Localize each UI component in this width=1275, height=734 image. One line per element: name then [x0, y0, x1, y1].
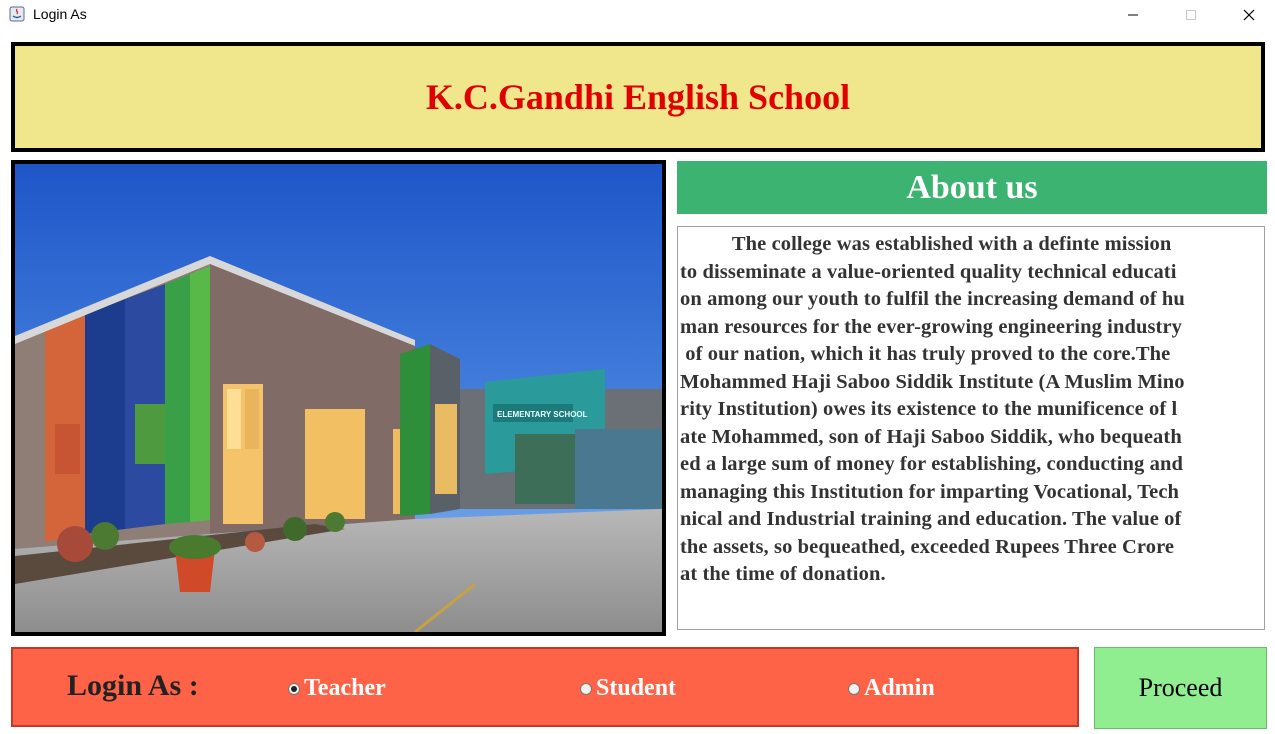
minimize-icon: [1128, 14, 1138, 16]
window-titlebar: Login As: [0, 0, 1275, 30]
about-text-line: managing this Institution for imparting …: [680, 480, 1180, 503]
close-button[interactable]: [1220, 0, 1275, 30]
maximize-icon: [1186, 10, 1196, 20]
school-name: K.C.Gandhi English School: [425, 77, 851, 117]
about-us-title: About us: [906, 168, 1038, 206]
about-text-line: of our nation, which it has truly proved…: [680, 343, 1171, 365]
radio-button-checked-icon[interactable]: [288, 682, 300, 695]
school-header-banner: K.C.Gandhi English School: [11, 42, 1265, 152]
radio-admin[interactable]: Admin: [848, 675, 935, 702]
login-as-label: Login As :: [67, 669, 199, 702]
school-building-photo: ELEMENTARY SCHOOL: [11, 160, 666, 636]
building-sign: ELEMENTARY SCHOOL: [497, 410, 588, 419]
about-text-line: The college was established with a defin…: [680, 233, 1172, 255]
about-text-line: on among our youth to fulfil the increas…: [680, 288, 1185, 310]
proceed-button[interactable]: Proceed: [1094, 647, 1267, 729]
about-text-line: ed a large sum of money for establishing…: [680, 453, 1183, 475]
about-us-header: About us: [677, 161, 1267, 214]
java-app-icon: [9, 6, 25, 22]
about-text-line: Mohammed Haji Saboo Siddik Institute (A …: [680, 370, 1185, 393]
about-text-line: at the time of donation.: [680, 563, 886, 585]
about-text-line: nical and Industrial training and educat…: [680, 508, 1182, 530]
radio-admin-label[interactable]: Admin: [864, 675, 935, 702]
radio-teacher[interactable]: Teacher: [288, 675, 386, 702]
window-title: Login As: [33, 6, 87, 22]
radio-button-icon[interactable]: [580, 682, 592, 695]
radio-student-label[interactable]: Student: [596, 675, 676, 702]
about-text-line: man resources for the ever-growing engin…: [680, 315, 1183, 338]
about-text-line: rity Institution) owes its existence to …: [680, 398, 1178, 420]
about-us-textarea[interactable]: The college was established with a defin…: [677, 226, 1265, 630]
proceed-button-label: Proceed: [1138, 673, 1223, 702]
about-text-line: to disseminate a value-oriented quality …: [680, 260, 1177, 283]
minimize-button[interactable]: [1104, 0, 1162, 30]
about-text-line: ate Mohammed, son of Haji Saboo Siddik, …: [680, 425, 1182, 448]
close-icon: [1243, 9, 1255, 21]
about-text-line: the assets, so bequeathed, exceeded Rupe…: [680, 535, 1175, 558]
login-as-panel: Login As : Teacher Student Admin: [11, 647, 1079, 727]
radio-student[interactable]: Student: [580, 675, 676, 702]
radio-button-icon[interactable]: [848, 682, 860, 695]
school-building-image: ELEMENTARY SCHOOL: [15, 164, 662, 632]
radio-teacher-label[interactable]: Teacher: [304, 675, 386, 702]
maximize-button[interactable]: [1162, 0, 1220, 30]
